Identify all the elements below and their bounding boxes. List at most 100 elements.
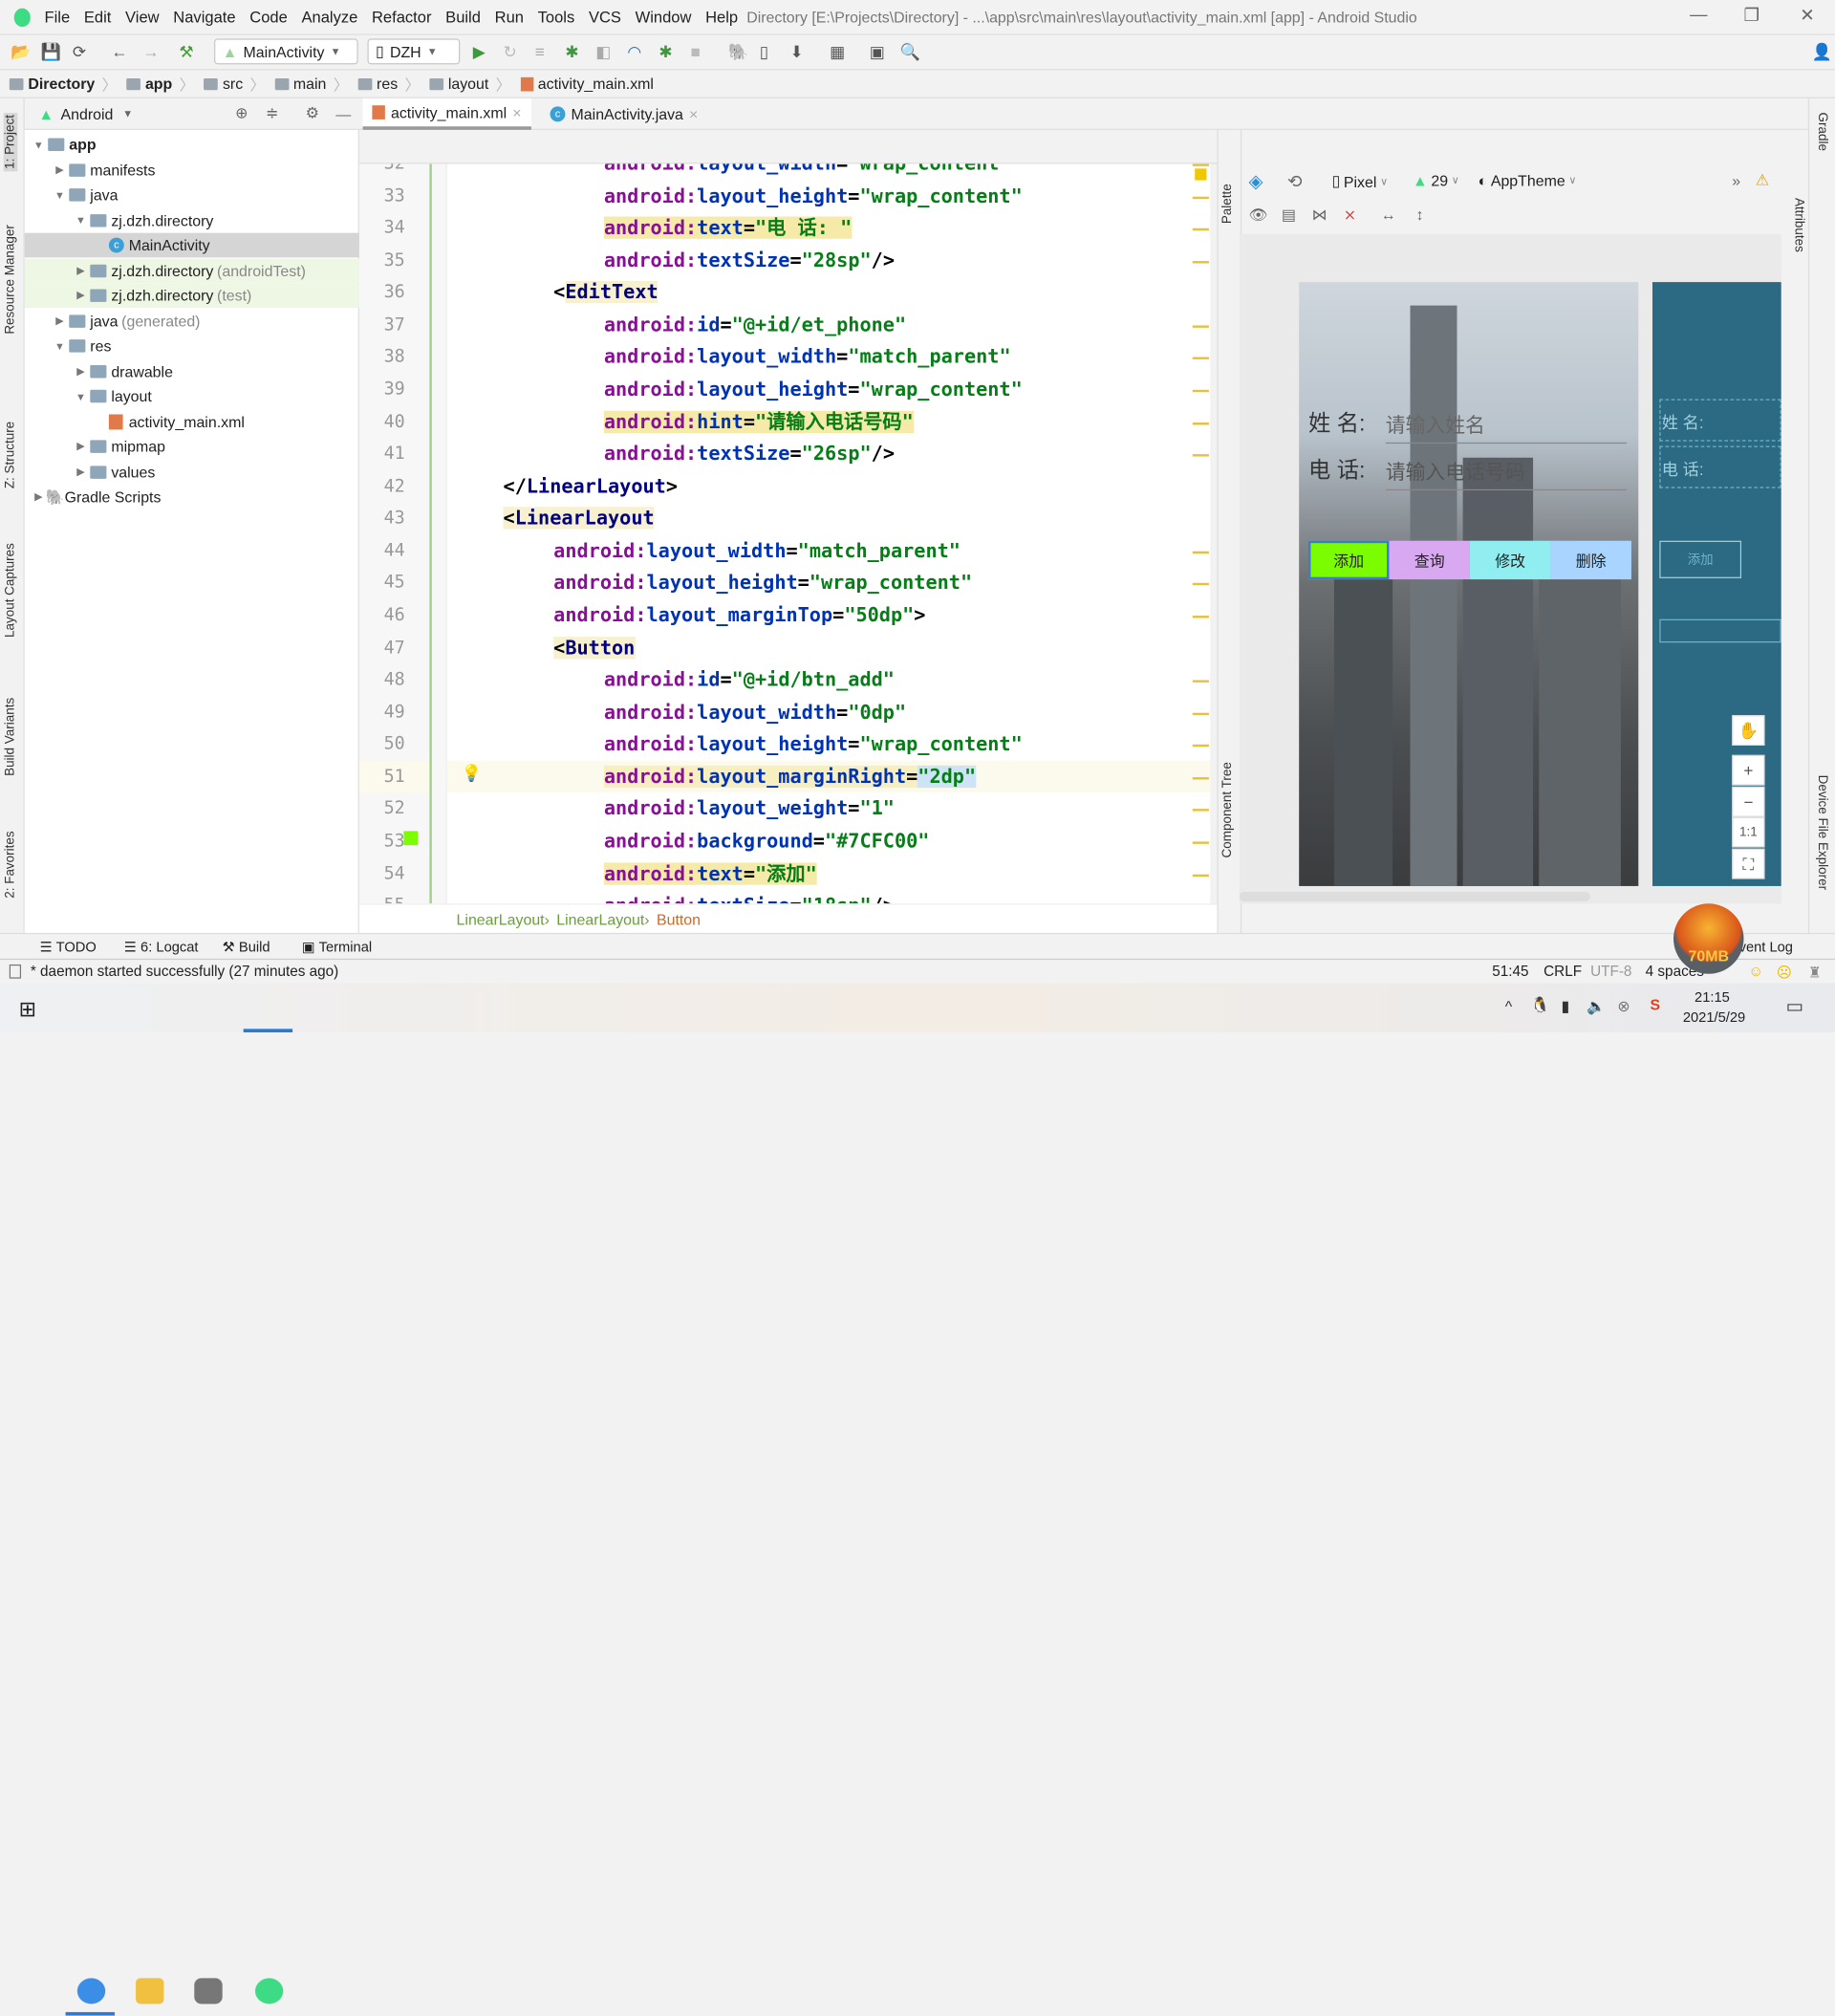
input-method-icon[interactable]: S — [1651, 996, 1661, 1013]
editor-breadcrumb-item[interactable]: LinearLayout — [457, 910, 545, 927]
menu-analyze[interactable]: Analyze — [301, 9, 357, 26]
close-tab-icon[interactable]: × — [689, 105, 698, 122]
error-stripe-mark[interactable] — [1192, 680, 1209, 683]
status-toggle-icon[interactable] — [9, 964, 22, 979]
code-line[interactable]: android:text="电 话: " — [447, 212, 1210, 245]
breadcrumb-item[interactable]: Directory 〉 — [9, 73, 118, 95]
stop-icon[interactable]: ■ — [690, 42, 700, 61]
palette-tab[interactable]: Palette — [1220, 184, 1235, 224]
horizontal-resize-icon[interactable]: ↔ — [1381, 206, 1396, 224]
menu-edit[interactable]: Edit — [84, 9, 111, 26]
code-line[interactable]: android:hint="请输入电话号码" — [447, 405, 1210, 438]
error-stripe-mark[interactable] — [1192, 616, 1209, 618]
code-editor[interactable]: 32 33 34 35 36 37 38 39 40 41 42 43 44 45 46 47 48 49 50 51… — [358, 163, 1211, 904]
breadcrumb-item[interactable]: activity_main.xml — [520, 75, 654, 93]
tool-tab-terminal[interactable]: ▣ Terminal — [302, 939, 372, 955]
tool-tab-device-file-explorer[interactable]: Device File Explorer — [1815, 775, 1829, 891]
memory-indicator[interactable]: 70MB — [1673, 903, 1744, 974]
tool-tab-favorites[interactable]: 2: Favorites — [4, 831, 18, 898]
orientation-icon[interactable]: ⟲ — [1287, 171, 1302, 192]
tree-item[interactable]: ▼ res — [25, 334, 359, 358]
menu-build[interactable]: Build — [445, 9, 481, 26]
clear-constraints-icon[interactable]: ⨯ — [1344, 206, 1356, 226]
battery-icon[interactable]: ▮ — [1561, 997, 1569, 1016]
attach-debugger-icon[interactable]: ✱ — [658, 42, 672, 62]
tree-item[interactable]: activity_main.xml — [25, 409, 359, 434]
code-line[interactable]: <LinearLayout — [447, 503, 1210, 535]
code-line[interactable]: android:layout_height="wrap_content" — [447, 567, 1210, 599]
camera-icon[interactable] — [194, 1978, 223, 2005]
caret-position[interactable]: 51:45 — [1492, 964, 1528, 980]
breadcrumb-item[interactable]: layout 〉 — [429, 73, 511, 95]
apply-code-icon[interactable]: ≡ — [535, 42, 545, 61]
menu-refactor[interactable]: Refactor — [372, 9, 431, 26]
add-button[interactable]: 添加 — [1307, 540, 1390, 580]
code-line[interactable]: <Button — [447, 632, 1210, 664]
apply-changes-icon[interactable]: ↻ — [504, 42, 517, 62]
expand-arrow-icon[interactable]: ▶ — [74, 440, 88, 452]
modify-button[interactable]: 修改 — [1469, 540, 1551, 580]
tray-expand-icon[interactable]: ^ — [1505, 997, 1512, 1014]
project-structure-icon[interactable]: ▦ — [830, 42, 845, 62]
error-stripe-mark[interactable] — [1192, 163, 1209, 166]
tree-item[interactable]: ▶ zj.dzh.directory (androidTest) — [24, 258, 359, 283]
avd-manager-icon[interactable]: ▯ — [760, 42, 768, 62]
profile-icon[interactable]: ◧ — [595, 42, 611, 62]
code-line[interactable]: android:textSize="26sp"/> — [447, 438, 1210, 470]
error-stripe-mark[interactable] — [1192, 454, 1209, 457]
tab-activity-main-xml[interactable]: activity_main.xml × — [362, 98, 531, 130]
code-line[interactable]: android:background="#7CFC00" — [447, 825, 1210, 857]
phone-preview[interactable]: 姓 名: 请输入姓名 电 话: 请输入电话号码 — [1299, 282, 1639, 886]
sdk-manager-icon[interactable]: ⬇ — [790, 42, 804, 62]
expand-arrow-icon[interactable]: ▶ — [53, 163, 67, 176]
debug-icon[interactable]: ✱ — [565, 42, 578, 62]
device-preview-select[interactable]: ▯ Pixel ∨ — [1331, 172, 1388, 191]
expand-arrow-icon[interactable]: ▼ — [53, 189, 67, 201]
query-button[interactable]: 查询 — [1389, 540, 1470, 580]
tool-tab-build-variants[interactable]: Build Variants — [4, 698, 18, 776]
code-line[interactable]: android:id="@+id/et_phone" — [447, 309, 1210, 341]
sync-icon[interactable]: ⟳ — [73, 42, 86, 62]
tool-tab-project[interactable]: 1: Project — [3, 112, 18, 172]
maximize-button[interactable]: ❐ — [1743, 5, 1759, 26]
tool-tab-structure[interactable]: Z: Structure — [4, 422, 18, 488]
locate-icon[interactable]: ⊕ — [235, 104, 248, 123]
run-icon[interactable]: ▶ — [473, 42, 486, 62]
code-line[interactable]: android:layout_marginRight="2dp" — [446, 760, 1211, 793]
expand-arrow-icon[interactable]: ▶ — [32, 490, 46, 503]
theme-select[interactable]: ◐ AppTheme ∨ — [1479, 172, 1577, 189]
expand-arrow-icon[interactable]: ▼ — [74, 214, 88, 226]
api-level-select[interactable]: ▲ 29 ∨ — [1413, 172, 1459, 189]
expand-arrow-icon[interactable]: ▼ — [74, 390, 88, 401]
collapse-all-icon[interactable]: ≑ — [266, 104, 278, 123]
code-line[interactable]: android:layout_width="wrap_content" — [447, 163, 1210, 180]
tree-item[interactable]: ▶ mipmap — [25, 434, 359, 459]
code-line[interactable]: android:layout_width="0dp" — [447, 696, 1210, 728]
breadcrumb-item[interactable]: res 〉 — [357, 73, 420, 95]
expand-arrow-icon[interactable]: ▶ — [53, 314, 67, 327]
tool-tab-resource-manager[interactable]: Resource Manager — [4, 225, 18, 335]
layers-icon[interactable]: ◈ — [1249, 170, 1263, 193]
error-stripe-mark[interactable] — [1192, 551, 1209, 553]
tree-item[interactable]: ▶ drawable — [25, 358, 359, 383]
browser-icon[interactable] — [76, 1978, 106, 2005]
eye-icon[interactable]: 👁 — [1249, 206, 1268, 226]
search-icon[interactable]: 🔍 — [900, 42, 920, 62]
error-stripe-mark[interactable] — [1192, 874, 1209, 877]
more-icon[interactable]: » — [1732, 172, 1740, 189]
phone-input[interactable]: 请输入电话号码 — [1385, 455, 1628, 491]
menu-code[interactable]: Code — [249, 9, 288, 26]
line-separator[interactable]: CRLF — [1544, 964, 1582, 980]
tree-item[interactable]: ▶ java (generated) — [25, 309, 359, 334]
error-stripe-mark[interactable] — [1192, 357, 1209, 360]
tree-item[interactable]: ▼ app — [25, 132, 359, 157]
frown-icon[interactable]: ☹ — [1777, 963, 1792, 980]
expand-arrow-icon[interactable]: ▶ — [74, 289, 88, 301]
tool-tab-logcat[interactable]: ☰ 6: Logcat — [124, 939, 199, 955]
intention-bulb-icon[interactable]: 💡 — [461, 763, 481, 783]
tool-tab-todo[interactable]: ☰ TODO — [40, 939, 97, 955]
tree-item[interactable]: ▶ zj.dzh.directory (test) — [24, 283, 359, 309]
inspector-icon[interactable]: ♜ — [1808, 963, 1822, 980]
gradle-sync-icon[interactable]: 🐘 — [728, 42, 748, 62]
error-stripe-mark[interactable] — [1192, 196, 1209, 199]
